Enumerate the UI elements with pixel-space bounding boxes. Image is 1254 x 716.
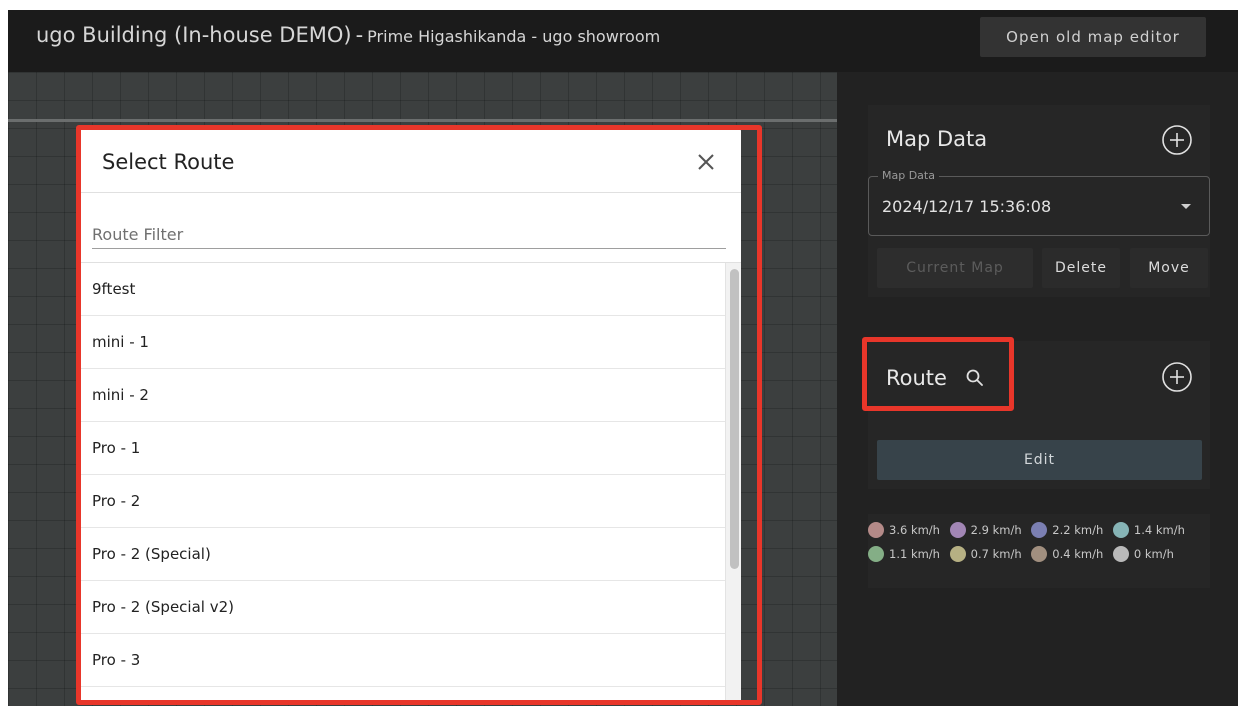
speed-legend: 3.6 km/h 2.9 km/h 2.2 km/h 1.4 km/h 1.1 … <box>868 514 1210 588</box>
scrollbar-track[interactable] <box>725 263 741 702</box>
speed-legend-item: 2.9 km/h <box>949 522 1028 538</box>
speed-color-swatch <box>868 546 884 562</box>
speed-legend-items: 3.6 km/h 2.9 km/h 2.2 km/h 1.4 km/h 1.1 … <box>868 514 1210 570</box>
dropdown-caret-icon <box>1181 204 1191 209</box>
route-list-item[interactable]: mini - 1 <box>80 316 725 369</box>
current-map-button[interactable]: Current Map <box>877 248 1033 288</box>
route-filter-input[interactable] <box>92 220 726 249</box>
close-icon[interactable] <box>692 148 720 176</box>
speed-color-swatch <box>949 546 966 562</box>
route-list-item[interactable]: Pro - 3 <box>80 634 725 687</box>
speed-label: 2.2 km/h <box>1052 523 1104 537</box>
scrollbar-thumb[interactable] <box>730 269 739 569</box>
route-panel: Route Edit <box>868 341 1210 489</box>
speed-label: 1.1 km/h <box>889 547 940 561</box>
speed-color-swatch <box>1031 546 1048 562</box>
add-map-data-icon[interactable] <box>1162 125 1192 155</box>
speed-label: 0 km/h <box>1133 547 1174 561</box>
route-list-item[interactable]: 9ftest <box>80 263 725 316</box>
speed-color-swatch <box>1031 522 1048 538</box>
speed-color-swatch <box>868 522 884 538</box>
select-route-dialog: Select Route 9ftestmini - 1mini - 2Pro -… <box>80 128 741 702</box>
map-wall-line <box>8 119 837 122</box>
route-list-container: 9ftest mini - 1 mini - 2 Pro - 1 Pro - 2 Pro … <box>80 262 741 702</box>
open-old-map-editor-button[interactable]: Open old map editor <box>980 17 1206 57</box>
speed-legend-item: 0.4 km/h <box>1031 546 1109 562</box>
speed-color-swatch <box>1112 522 1129 538</box>
map-data-select[interactable]: Map Data 2024/12/17 15:36:08 <box>868 169 1210 236</box>
title-separator: - <box>355 23 364 47</box>
speed-legend-item: 0 km/h <box>1112 546 1180 562</box>
add-route-icon[interactable] <box>1162 362 1192 392</box>
delete-button[interactable]: Delete <box>1042 248 1120 288</box>
route-title: Route <box>886 366 947 390</box>
speed-legend-item: 3.6 km/h <box>868 522 946 538</box>
map-data-selected-value: 2024/12/17 15:36:08 <box>882 197 1052 216</box>
route-list-item[interactable]: Pro - 1 <box>80 422 725 475</box>
route-list: 9ftest mini - 1 mini - 2 Pro - 1 Pro - 2 Pro … <box>80 263 725 687</box>
route-list-item[interactable]: mini - 2 <box>80 369 725 422</box>
speed-legend-item: 2.2 km/h <box>1031 522 1109 538</box>
speed-legend-item: 0.7 km/h <box>949 546 1028 562</box>
route-list-item[interactable]: Pro - 2 <box>80 475 725 528</box>
building-name: ugo Building (In-house DEMO) <box>36 23 352 47</box>
route-list-item[interactable]: Pro - 2 (Special v2) <box>80 581 725 634</box>
location-name: Prime Higashikanda - ugo showroom <box>367 27 661 46</box>
speed-label: 0.7 km/h <box>970 547 1022 561</box>
map-data-panel: Map Data Map Data 2024/12/17 15:36:08 Cu… <box>868 105 1210 297</box>
map-data-select-label: Map Data <box>878 169 939 182</box>
route-list-item[interactable]: Pro - 2 (Special) <box>80 528 725 581</box>
map-data-title: Map Data <box>886 127 988 151</box>
page-title: ugo Building (In-house DEMO) - Prime Higas… <box>36 23 660 47</box>
speed-label: 0.4 km/h <box>1052 547 1104 561</box>
speed-color-swatch <box>1112 546 1129 562</box>
dialog-title: Select Route <box>102 150 235 174</box>
header-bar: ugo Building (In-house DEMO) - Prime Higas… <box>8 10 1238 72</box>
speed-label: 3.6 km/h <box>889 523 940 537</box>
speed-legend-item: 1.4 km/h <box>1112 522 1191 538</box>
edit-route-button[interactable]: Edit <box>877 440 1202 480</box>
speed-label: 1.4 km/h <box>1133 523 1185 537</box>
speed-color-swatch <box>949 522 966 538</box>
move-button[interactable]: Move <box>1130 248 1208 288</box>
search-icon[interactable] <box>965 368 985 388</box>
speed-label: 2.9 km/h <box>970 523 1022 537</box>
speed-legend-item: 1.1 km/h <box>868 546 946 562</box>
dialog-divider <box>80 192 741 193</box>
